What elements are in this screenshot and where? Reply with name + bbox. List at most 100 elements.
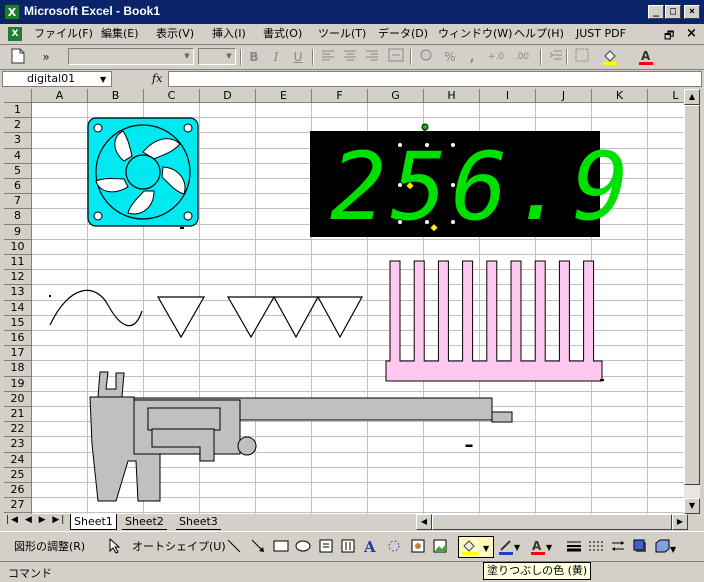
status-mode: コマンド: [8, 567, 52, 580]
menu-bar: X ファイル(F) 編集(E) 表示(V) 挿入(I) 書式(O) ツール(T)…: [0, 24, 704, 45]
scroll-up-icon[interactable]: ▲: [684, 89, 700, 105]
vertical-scroll-thumb[interactable]: [684, 105, 700, 485]
tab-sheet2[interactable]: Sheet2: [122, 514, 167, 530]
arrow-style-icon[interactable]: [610, 538, 626, 556]
minimize-button[interactable]: _: [648, 5, 664, 19]
scroll-right-icon[interactable]: ▶: [672, 514, 688, 530]
horizontal-scroll-thumb[interactable]: [432, 514, 672, 530]
autoshape-menu-button[interactable]: オートシェイプ(U): [132, 538, 226, 556]
menu-help[interactable]: ヘルプ(H): [510, 26, 568, 42]
font-color-icon[interactable]: A: [636, 48, 656, 66]
comma-style-button[interactable]: ,: [462, 48, 482, 66]
menu-format[interactable]: 書式(O): [259, 26, 306, 42]
toolbar-separator: [312, 49, 314, 65]
sine-wave-shape[interactable]: [49, 289, 143, 327]
vertical-textbox-icon[interactable]: [340, 538, 356, 556]
oval-icon[interactable]: [294, 538, 312, 556]
menu-insert[interactable]: 挿入(I): [208, 26, 250, 42]
align-right-icon[interactable]: [362, 48, 382, 66]
document-icon[interactable]: X: [8, 27, 22, 41]
menu-file[interactable]: ファイル(F): [30, 26, 97, 42]
toolbar-separator: [566, 49, 568, 65]
new-document-icon[interactable]: [8, 48, 28, 66]
font-size-combo[interactable]: ▼: [198, 48, 236, 65]
drawing-toolbar: 図形の調整(R) オートシェイプ(U) A ▼ ▼ A ▼ ▼: [0, 531, 704, 562]
draw-font-color-icon[interactable]: A ▼: [530, 538, 554, 556]
shadow-style-icon[interactable]: [632, 538, 648, 556]
display-digits: 256.9: [330, 133, 633, 242]
fill-color-tooltip: 塗りつぶしの色 (黄): [483, 562, 592, 580]
triangle-shape[interactable]: [156, 296, 206, 339]
fill-color-icon[interactable]: [600, 48, 620, 66]
percent-button[interactable]: %: [440, 48, 460, 66]
worksheet-grid[interactable]: ABCDEFGHIJKL 1 2 3 4 5 6 7 8 9 10 11 12 13 14 15 16 17 18…: [4, 89, 684, 514]
bold-button[interactable]: B: [244, 48, 264, 66]
function-icon[interactable]: fx: [152, 72, 162, 85]
svg-text:▼: ▼: [546, 543, 553, 552]
underline-button[interactable]: U: [288, 48, 308, 66]
formula-input[interactable]: [168, 71, 702, 87]
doc-close-icon[interactable]: ×: [686, 26, 697, 41]
italic-button[interactable]: I: [266, 48, 286, 66]
indent-icon[interactable]: [546, 48, 566, 66]
toolbar-separator: [540, 49, 542, 65]
menu-just-pdf[interactable]: JUST PDF: [572, 26, 630, 42]
svg-text:▼: ▼: [670, 545, 676, 554]
tab-sheet1[interactable]: Sheet1: [70, 514, 117, 530]
3d-style-icon[interactable]: ▼: [654, 538, 677, 556]
scroll-down-icon[interactable]: ▼: [684, 498, 700, 514]
clipart-icon[interactable]: [410, 538, 426, 556]
align-left-icon[interactable]: [318, 48, 338, 66]
menu-view[interactable]: 表示(V): [152, 26, 198, 42]
menu-tools[interactable]: ツール(T): [314, 26, 370, 42]
line-icon[interactable]: [226, 538, 242, 556]
caliper-shape[interactable]: [89, 371, 513, 502]
currency-icon[interactable]: [416, 48, 436, 66]
digital-display[interactable]: 256.9: [310, 123, 633, 242]
window-title: Microsoft Excel - Book1: [24, 4, 161, 18]
picture-icon[interactable]: [432, 538, 448, 556]
rectangle-icon[interactable]: [272, 538, 290, 556]
dash-style-icon[interactable]: [588, 538, 604, 556]
sheet-tab-bar: |◀ ◀ ▶ ▶| Sheet1 Sheet2 Sheet3 ◀ ▶: [4, 514, 700, 530]
formatting-toolbar: » ▼ ▼ B I U % , +.0 .00 A: [0, 45, 704, 70]
status-bar: コマンド: [0, 561, 704, 582]
diagram-icon[interactable]: [386, 538, 402, 556]
fill-color-button[interactable]: ▼: [458, 536, 494, 558]
toolbar-overflow-icon[interactable]: »: [40, 48, 52, 66]
select-objects-icon[interactable]: [108, 537, 121, 556]
triangle-wave-shape[interactable]: [226, 296, 276, 339]
borders-icon[interactable]: [572, 48, 592, 66]
merge-center-icon[interactable]: [386, 48, 406, 66]
excel-app-icon[interactable]: X: [4, 4, 20, 20]
fan-shape[interactable]: [87, 117, 199, 227]
textbox-icon[interactable]: [318, 538, 334, 556]
line-style-icon[interactable]: [566, 538, 582, 556]
triangle-wave-shape[interactable]: [272, 296, 320, 339]
wordart-icon[interactable]: A: [364, 538, 376, 556]
menu-edit[interactable]: 編集(E): [97, 26, 143, 42]
name-box-dropdown-icon[interactable]: ▼: [100, 75, 106, 84]
draw-menu-button[interactable]: 図形の調整(R): [14, 538, 85, 556]
vertical-scrollbar[interactable]: ▲ ▼: [684, 89, 700, 514]
triangle-wave-shape[interactable]: [316, 296, 364, 339]
decrease-decimal-button[interactable]: .00: [510, 48, 534, 66]
doc-restore-icon[interactable]: 🗗: [664, 27, 674, 46]
scroll-left-icon[interactable]: ◀: [416, 514, 432, 530]
drawing-canvas: 256.9: [49, 117, 633, 502]
maximize-button[interactable]: □: [665, 5, 681, 19]
close-button[interactable]: ×: [684, 5, 700, 19]
increase-decimal-button[interactable]: +.0: [484, 48, 508, 66]
arrow-icon[interactable]: [250, 538, 266, 556]
toolbar-separator: [410, 49, 412, 65]
align-center-icon[interactable]: [340, 48, 360, 66]
tab-sheet3[interactable]: Sheet3: [176, 514, 221, 530]
menu-data[interactable]: データ(D): [374, 26, 432, 42]
line-color-icon[interactable]: ▼: [498, 538, 522, 556]
font-name-combo[interactable]: ▼: [68, 48, 194, 65]
menu-window[interactable]: ウィンドウ(W): [434, 26, 516, 42]
title-bar: X Microsoft Excel - Book1 _ □ ×: [0, 0, 704, 24]
name-box[interactable]: digital01: [2, 71, 112, 87]
tab-scroll-icons[interactable]: |◀ ◀ ▶ ▶|: [6, 515, 66, 525]
heatsink-shape[interactable]: [385, 260, 603, 382]
